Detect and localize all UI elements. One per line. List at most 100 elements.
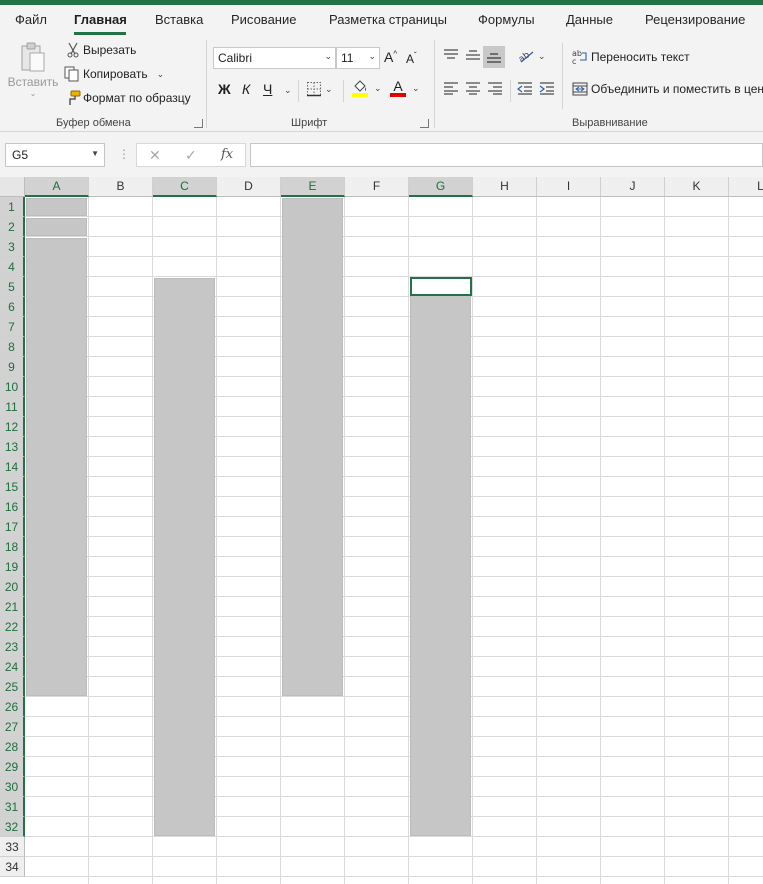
row-header[interactable]: 15 [0,477,25,497]
tab-home[interactable]: Главная [74,12,127,27]
row-header[interactable]: 23 [0,637,25,657]
selected-range[interactable] [410,278,471,836]
tab-file[interactable]: Файл [15,12,47,27]
row-header[interactable]: 1 [0,197,25,217]
selected-range[interactable] [154,278,215,836]
increase-indent-button[interactable] [539,81,555,95]
align-top-button[interactable] [443,48,459,62]
copy-button[interactable]: Копировать ⌄ [64,66,164,82]
row-header[interactable]: 12 [0,417,25,437]
align-right-button[interactable] [487,81,503,95]
row-header[interactable]: 30 [0,777,25,797]
row-header[interactable]: 32 [0,817,25,837]
insert-function-icon[interactable]: fx [221,147,233,162]
formula-input[interactable] [250,143,763,167]
borders-button[interactable]: ⌄ [306,81,333,97]
row-header[interactable]: 9 [0,357,25,377]
column-header[interactable]: D [217,177,281,197]
copy-dropdown-icon[interactable]: ⌄ [157,69,165,80]
fill-color-button[interactable]: ⌄ [352,80,382,97]
row-header[interactable]: 10 [0,377,25,397]
format-painter-button[interactable]: Формат по образцу [65,90,191,106]
column-header[interactable]: G [409,177,473,197]
column-header[interactable]: E [281,177,345,197]
tab-review[interactable]: Рецензирование [645,12,745,27]
align-center-button[interactable] [465,81,481,95]
select-all-corner[interactable] [0,177,25,197]
row-header[interactable]: 13 [0,437,25,457]
align-middle-button[interactable] [465,48,481,62]
column-header[interactable]: B [89,177,153,197]
row-header[interactable]: 11 [0,397,25,417]
font-size-value: 11 [341,51,354,65]
row-header[interactable]: 17 [0,517,25,537]
font-dialog-launcher-icon[interactable] [420,119,429,128]
paste-button[interactable]: Вставить ⌄ [8,41,58,107]
font-size-select[interactable]: 11 ⌄ [336,47,380,69]
more-options-icon[interactable]: ⋮ [118,147,130,161]
column-header[interactable]: I [537,177,601,197]
column-header[interactable]: H [473,177,537,197]
row-header[interactable]: 34 [0,857,25,877]
font-color-button[interactable]: A ⌄ [390,79,420,97]
row-header[interactable]: 25 [0,677,25,697]
row-header[interactable]: 20 [0,577,25,597]
row-header[interactable]: 31 [0,797,25,817]
column-header[interactable]: K [665,177,729,197]
row-header[interactable]: 22 [0,617,25,637]
tab-data[interactable]: Данные [566,12,613,27]
name-box[interactable]: G5 ▼ [5,143,105,167]
underline-button[interactable]: Ч [263,81,272,97]
row-header[interactable]: 19 [0,557,25,577]
row-header[interactable]: 33 [0,837,25,857]
tab-page-layout[interactable]: Разметка страницы [329,12,447,27]
row-header[interactable]: 26 [0,697,25,717]
selected-range[interactable] [282,198,343,696]
font-family-select[interactable]: Calibri ⌄ [213,47,336,69]
align-left-button[interactable] [443,81,459,95]
selected-range[interactable] [26,238,87,696]
merge-center-button[interactable]: Объединить и поместить в центре [572,81,763,97]
row-header[interactable]: 14 [0,457,25,477]
tab-insert[interactable]: Вставка [155,12,203,27]
row-header[interactable]: 2 [0,217,25,237]
selected-range[interactable] [26,198,87,216]
cancel-icon[interactable]: ✕ [149,147,161,164]
clipboard-dialog-launcher-icon[interactable] [194,119,203,128]
cut-button[interactable]: Вырезать [66,42,136,58]
column-header[interactable]: C [153,177,217,197]
row-header[interactable]: 27 [0,717,25,737]
increase-font-button[interactable]: A^ [384,49,397,65]
spreadsheet-grid[interactable]: A B C D E F G H I J K L 1 2 3 4 5 6 7 8 9 10 11 12 13 14 15 16 17 18 1… [0,177,763,884]
row-header[interactable]: 8 [0,337,25,357]
column-header[interactable]: L [729,177,763,197]
row-header[interactable]: 16 [0,497,25,517]
row-header[interactable]: 21 [0,597,25,617]
italic-button[interactable]: К [242,81,250,97]
decrease-indent-button[interactable] [517,81,533,95]
row-header[interactable]: 24 [0,657,25,677]
row-header[interactable]: 4 [0,257,25,277]
selected-range[interactable] [26,218,87,236]
enter-icon[interactable]: ✓ [185,147,197,164]
orientation-button[interactable]: ab ⌄ [517,48,546,64]
decrease-font-button[interactable]: Aˇ [406,51,417,66]
underline-dropdown-icon[interactable]: ⌄ [284,85,292,96]
align-bottom-button[interactable] [483,46,505,68]
column-header[interactable]: A [25,177,89,197]
wrap-text-button[interactable]: ab c Переносить текст [572,49,690,65]
row-header[interactable]: 3 [0,237,25,257]
row-header[interactable]: 6 [0,297,25,317]
tab-draw[interactable]: Рисование [231,12,296,27]
column-header[interactable]: J [601,177,665,197]
row-header[interactable]: 5 [0,277,25,297]
tab-formulas[interactable]: Формулы [478,12,535,27]
row-header[interactable]: 29 [0,757,25,777]
row-header[interactable]: 18 [0,537,25,557]
row-header[interactable]: 7 [0,317,25,337]
active-cell[interactable] [410,277,472,296]
row-header[interactable]: 28 [0,737,25,757]
format-painter-label: Формат по образцу [83,91,191,105]
bold-button[interactable]: Ж [218,81,231,97]
column-header[interactable]: F [345,177,409,197]
